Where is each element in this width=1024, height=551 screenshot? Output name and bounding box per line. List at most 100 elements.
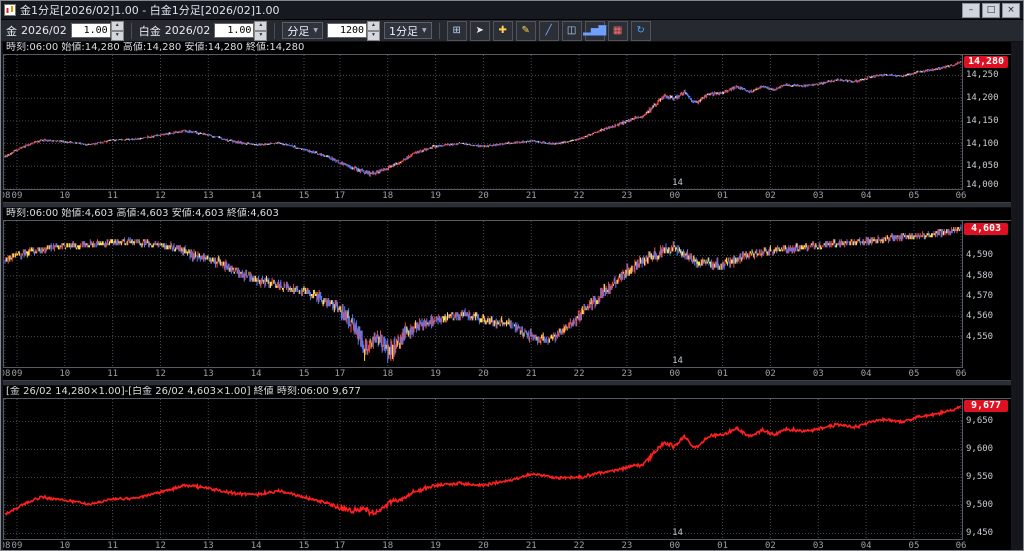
x-axis-hour-label: 10 (58, 369, 72, 379)
date-change-marker: 14 (672, 528, 683, 538)
x-axis-hour-label: 13 (201, 191, 215, 201)
platinum-multiplier-up-button[interactable] (254, 21, 267, 31)
y-axis-tick-label: 9,650 (966, 416, 993, 426)
x-axis-hour-label: 06 (954, 369, 968, 379)
platinum-last-price-badge: 4,603 (964, 223, 1008, 235)
x-axis-hour-label: 15 (297, 541, 311, 551)
spread-chart-plot[interactable]: 14 (3, 399, 963, 540)
gold-price-axis: 14,280 14,25014,20014,15014,10014,05014,… (963, 55, 1011, 189)
x-axis-hour-label: 04 (859, 369, 873, 379)
spread-price-axis: 9,677 9,6509,6009,5509,5009,450 (963, 399, 1011, 539)
platinum-multiplier-down-button[interactable] (254, 31, 267, 41)
x-axis-hour-label: 23 (620, 541, 634, 551)
x-axis-hour-label: 10 (58, 191, 72, 201)
refresh-icon[interactable]: ↻ (631, 21, 651, 41)
x-axis-hour-label: 03 (811, 191, 825, 201)
x-axis-hour-label: 12 (153, 191, 167, 201)
x-axis-hour-label: 00 (668, 191, 682, 201)
x-axis-hour-label: 18 (381, 191, 395, 201)
x-axis-hour-label: 05 (907, 541, 921, 551)
x-axis-hour-label: 17 (333, 541, 347, 551)
gold-multiplier-down-button[interactable] (111, 31, 124, 41)
bar-count-up-button[interactable] (367, 21, 380, 31)
toolbar-separator (439, 23, 440, 39)
x-axis-hour-label: 02 (763, 541, 777, 551)
x-axis-hour-label: 11 (106, 369, 120, 379)
maximize-button[interactable]: □ (982, 3, 1000, 18)
bar-count-down-button[interactable] (367, 31, 380, 41)
indicator-histogram-icon[interactable]: ▂▅▇ (585, 21, 605, 41)
gold-chart-plot[interactable]: 14 (3, 55, 963, 190)
x-axis-hour-label: 21 (524, 191, 538, 201)
y-axis-tick-label: 9,500 (966, 500, 993, 510)
x-axis-hour-label: 22 (572, 191, 586, 201)
y-axis-tick-label: 14,150 (966, 116, 999, 126)
y-axis-tick-label: 4,590 (966, 250, 993, 260)
x-axis-hour-label: 12 (153, 541, 167, 551)
x-axis-hour-label: 06 (954, 541, 968, 551)
spread-chart-header: [金 26/02 14,280×1.00]-[白金 26/02 4,603×1.… (3, 386, 1011, 399)
y-axis-tick-label: 4,560 (966, 311, 993, 321)
y-axis-tick-label: 4,570 (966, 291, 993, 301)
platinum-chart-header: 時刻:06:00 始値:4,603 高値:4,603 安値:4,603 終値:4… (3, 208, 1011, 221)
x-axis-hour-label: 14 (249, 541, 263, 551)
x-axis-hour-label: 04 (859, 541, 873, 551)
y-axis-tick-label: 9,450 (966, 528, 993, 538)
grid-settings-icon[interactable]: ▦ (608, 21, 628, 41)
x-axis-hour-label: 18 (381, 369, 395, 379)
date-change-marker: 14 (672, 356, 683, 366)
gold-multiplier-input[interactable] (71, 23, 111, 38)
hand-pan-icon[interactable]: ✚ (493, 21, 513, 41)
pencil-draw-icon[interactable]: ✎ (516, 21, 536, 41)
chart-application-window: 金1分足[2026/02]1.00 - 白金1分足[2026/02]1.00 –… (0, 0, 1024, 551)
chart-type-icon[interactable]: ◫ (562, 21, 582, 41)
close-button[interactable]: × (1002, 3, 1020, 18)
x-axis-hour-label: 19 (429, 541, 443, 551)
gold-chart-panel: 時刻:06:00 始値:14,280 高値:14,280 安値:14,280 終… (3, 42, 1011, 202)
x-axis-hour-label: 11 (106, 541, 120, 551)
y-axis-tick-label: 4,550 (966, 332, 993, 342)
y-axis-tick-label: 14,200 (966, 93, 999, 103)
new-chart-window-icon[interactable]: ⊞ (447, 21, 467, 41)
x-axis-hour-label: 19 (429, 369, 443, 379)
platinum-multiplier-input[interactable] (214, 23, 254, 38)
trendline-tool-icon[interactable]: ╱ (539, 21, 559, 41)
platinum-symbol-label: 白金 (139, 23, 161, 39)
x-axis-hour-label: 15 (297, 191, 311, 201)
platinum-time-axis: 0809101112131415171819202122230001020304… (3, 368, 1011, 380)
minimize-button[interactable]: – (962, 3, 980, 18)
gold-symbol-label: 金 (6, 23, 17, 39)
x-axis-hour-label: 14 (249, 369, 263, 379)
x-axis-hour-label: 22 (572, 541, 586, 551)
cursor-select-icon[interactable]: ➤ (470, 21, 490, 41)
x-axis-hour-label: 09 (10, 191, 24, 201)
gold-time-axis: 0809101112131415171819202122230001020304… (3, 190, 1011, 202)
title-bar[interactable]: 金1分足[2026/02]1.00 - 白金1分足[2026/02]1.00 –… (1, 1, 1023, 20)
x-axis-hour-label: 03 (811, 369, 825, 379)
gold-last-price-badge: 14,280 (964, 56, 1008, 68)
gold-multiplier-up-button[interactable] (111, 21, 124, 31)
toolbar-separator (131, 23, 132, 39)
period-type-dropdown[interactable]: 分足 (282, 22, 323, 39)
x-axis-hour-label: 13 (201, 369, 215, 379)
x-axis-hour-label: 17 (333, 369, 347, 379)
y-axis-tick-label: 9,550 (966, 472, 993, 482)
platinum-chart-plot[interactable]: 14 (3, 221, 963, 368)
x-axis-hour-label: 13 (201, 541, 215, 551)
x-axis-hour-label: 01 (716, 369, 730, 379)
x-axis-hour-label: 22 (572, 369, 586, 379)
x-axis-hour-label: 15 (297, 369, 311, 379)
platinum-chart-panel: 時刻:06:00 始値:4,603 高値:4,603 安値:4,603 終値:4… (3, 208, 1011, 380)
date-change-marker: 14 (672, 178, 683, 188)
x-axis-hour-label: 00 (668, 541, 682, 551)
x-axis-hour-label: 19 (429, 191, 443, 201)
bar-count-input[interactable] (327, 23, 367, 38)
interval-dropdown[interactable]: 1分足 (384, 22, 432, 39)
gold-chart-header: 時刻:06:00 始値:14,280 高値:14,280 安値:14,280 終… (3, 42, 1011, 55)
y-axis-tick-label: 14,100 (966, 139, 999, 149)
spread-chart-panel: [金 26/02 14,280×1.00]-[白金 26/02 4,603×1.… (3, 386, 1011, 551)
x-axis-hour-label: 20 (476, 191, 490, 201)
x-axis-hour-label: 01 (716, 191, 730, 201)
x-axis-hour-label: 02 (763, 369, 777, 379)
x-axis-hour-label: 09 (10, 369, 24, 379)
